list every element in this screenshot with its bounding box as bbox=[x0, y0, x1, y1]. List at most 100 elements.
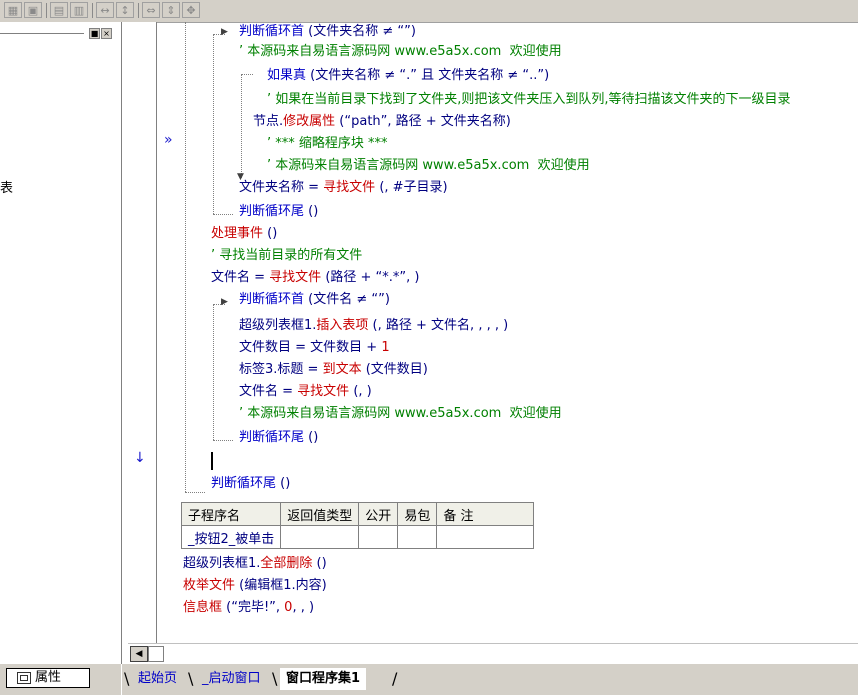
loop-arrow-icon: ▶ bbox=[221, 297, 228, 307]
scroll-thumb[interactable] bbox=[148, 646, 164, 662]
code-token: 节点. bbox=[253, 114, 284, 129]
panel-partial-text: 表 bbox=[0, 181, 14, 196]
horizontal-scrollbar[interactable]: ◀ bbox=[128, 643, 858, 664]
code-token: () bbox=[304, 204, 319, 219]
toolbar-tb3-icon[interactable]: ▤ bbox=[50, 2, 68, 18]
code-line[interactable]: ’ *** 缩略程序块 *** bbox=[267, 134, 388, 154]
document-tabs: \ 起始页 \ _启动窗口 \ 窗口程序集1/ bbox=[122, 664, 858, 695]
col-header: 易包 bbox=[397, 502, 438, 526]
code-line[interactable]: ’ 本源码来自易语言源码网 www.e5a5x.com 欢迎使用 bbox=[239, 404, 562, 424]
tab-separator: \ bbox=[124, 669, 130, 688]
code-editor[interactable]: ▶ ▶ ▼ 判断循环首 (文件夹名称 ≠ “”)’ 本源码来自易语言源码网 ww… bbox=[157, 22, 858, 643]
toolbar: ▦ ▣ ▤ ▥ ↔ ↕ ⇔ ⇕ ✥ bbox=[0, 0, 858, 23]
code-token: ’ 如果在当前目录下找到了文件夹,则把该文件夹压入到队列,等待扫描该文件夹的下一… bbox=[267, 92, 791, 107]
code-token: (, 路径 + 文件名, , , , ) bbox=[368, 318, 509, 333]
down-arrow-marker-icon: ↓ bbox=[134, 450, 146, 466]
toolbar-tb8-icon[interactable]: ⇕ bbox=[162, 2, 180, 18]
code-token: 文件名 = bbox=[239, 384, 298, 399]
loop-arrow-icon: ▶ bbox=[221, 27, 228, 37]
toolbar-tb9-icon[interactable]: ✥ bbox=[182, 2, 200, 18]
subroutine-name-cell[interactable]: _按钮2_被单击 bbox=[180, 525, 282, 549]
toolbar-tb1-icon[interactable]: ▦ bbox=[4, 2, 22, 18]
toolbar-tb7-icon[interactable]: ⇔ bbox=[142, 2, 160, 18]
close-icon[interactable]: × bbox=[101, 28, 112, 39]
public-cell[interactable] bbox=[358, 525, 399, 549]
code-line[interactable]: 超级列表框1.全部删除 () bbox=[183, 554, 327, 574]
panel-titlebar: ■ × bbox=[0, 28, 118, 40]
code-token: 处理事件 bbox=[211, 226, 264, 241]
code-token: ’ 本源码来自易语言源码网 www.e5a5x.com 欢迎使用 bbox=[267, 158, 590, 173]
easy-pack-cell[interactable] bbox=[397, 525, 438, 549]
code-token: ’ *** 缩略程序块 *** bbox=[267, 136, 388, 151]
code-line[interactable]: 信息框 (“完毕!”, 0, , ) bbox=[183, 598, 314, 618]
code-line[interactable]: 标签3.标题 = 到文本 (文件数目) bbox=[239, 360, 428, 380]
toolbar-tb2-icon[interactable]: ▣ bbox=[24, 2, 42, 18]
code-line[interactable]: 判断循环尾 () bbox=[211, 474, 290, 494]
subroutine-table[interactable]: 子程序名 返回值类型 公开 易包 备 注 _按钮2_被单击 bbox=[180, 502, 535, 549]
code-line[interactable]: 文件名 = 寻找文件 (, ) bbox=[239, 382, 372, 402]
code-token: (“完毕!”, bbox=[222, 600, 285, 615]
code-line[interactable]: 文件名 = 寻找文件 (路径 + “*.*”, ) bbox=[211, 268, 420, 288]
code-line[interactable]: 文件夹名称 = 寻找文件 (, #子目录) bbox=[239, 178, 448, 198]
code-line[interactable]: 处理事件 () bbox=[211, 224, 277, 244]
code-token: () bbox=[304, 430, 319, 445]
code-token: 超级列表框1. bbox=[183, 556, 261, 571]
code-token: (文件夹名称 ≠ “”) bbox=[304, 24, 416, 39]
code-line[interactable]: ’ 如果在当前目录下找到了文件夹,则把该文件夹压入到队列,等待扫描该文件夹的下一… bbox=[267, 90, 791, 110]
code-line[interactable]: 超级列表框1.插入表项 (, 路径 + 文件名, , , , ) bbox=[239, 316, 508, 336]
table-row[interactable]: _按钮2_被单击 bbox=[180, 525, 535, 549]
editor-gutter[interactable]: » ↓ bbox=[122, 22, 173, 643]
return-type-cell[interactable] bbox=[280, 525, 360, 549]
block-guide-if-start bbox=[241, 74, 253, 75]
code-line[interactable]: 枚举文件 (编辑框1.内容) bbox=[183, 576, 327, 596]
code-line[interactable]: ’ 寻找当前目录的所有文件 bbox=[211, 246, 362, 266]
code-token: () bbox=[276, 476, 291, 491]
toolbar-tb6-icon[interactable]: ↕ bbox=[116, 2, 134, 18]
block-guide-outer bbox=[185, 22, 186, 492]
scroll-left-icon[interactable]: ◀ bbox=[130, 646, 148, 662]
code-token: 插入表项 bbox=[316, 318, 369, 333]
code-token: 文件名 = bbox=[211, 270, 270, 285]
code-token: () bbox=[263, 226, 278, 241]
code-token: 全部删除 bbox=[260, 556, 313, 571]
code-token: 如果真 bbox=[267, 68, 307, 83]
code-token: (路径 + “*.*”, ) bbox=[321, 270, 420, 285]
code-token: 判断循环尾 bbox=[239, 430, 305, 445]
block-guide-loop1-end bbox=[213, 214, 233, 215]
code-line[interactable]: 判断循环尾 () bbox=[239, 428, 318, 448]
properties-tab-label: 属性 bbox=[35, 670, 62, 685]
code-token: 寻找文件 bbox=[297, 384, 350, 399]
col-header: 公开 bbox=[358, 502, 399, 526]
code-token: 文件夹名称 = bbox=[239, 180, 324, 195]
remark-cell[interactable] bbox=[436, 525, 535, 549]
code-token: 信息框 bbox=[183, 600, 223, 615]
code-token: ’ 寻找当前目录的所有文件 bbox=[211, 248, 363, 263]
code-token: 文件数目 = 文件数目 + bbox=[239, 340, 382, 355]
code-line[interactable]: 判断循环首 (文件夹名称 ≠ “”) bbox=[239, 22, 416, 42]
toolbar-separator bbox=[46, 3, 47, 18]
tab-1[interactable]: _启动窗口 bbox=[196, 668, 267, 690]
pin-icon[interactable]: ■ bbox=[89, 28, 100, 39]
toolbar-tb5-icon[interactable]: ↔ bbox=[96, 2, 114, 18]
properties-icon bbox=[17, 672, 31, 684]
code-line[interactable]: 文件数目 = 文件数目 + 1 bbox=[239, 338, 390, 358]
block-guide-if bbox=[241, 74, 242, 178]
code-token: 超级列表框1. bbox=[239, 318, 317, 333]
toolbar-separator bbox=[138, 3, 139, 18]
code-line[interactable]: ’ 本源码来自易语言源码网 www.e5a5x.com 欢迎使用 bbox=[267, 156, 590, 176]
code-line[interactable]: 判断循环尾 () bbox=[239, 202, 318, 222]
code-line[interactable]: 如果真 (文件夹名称 ≠ “.” 且 文件夹名称 ≠ “..”) bbox=[267, 66, 549, 86]
code-line[interactable]: ’ 本源码来自易语言源码网 www.e5a5x.com 欢迎使用 bbox=[239, 42, 562, 62]
code-line[interactable]: 判断循环首 (文件名 ≠ “”) bbox=[239, 290, 390, 310]
tab-2[interactable]: 窗口程序集1 bbox=[280, 668, 367, 690]
toolbar-tb4-icon[interactable]: ▥ bbox=[70, 2, 88, 18]
code-token: (文件名 ≠ “”) bbox=[304, 292, 390, 307]
properties-tab[interactable]: 属性 bbox=[6, 668, 90, 688]
left-panel: ■ × 表 bbox=[0, 22, 122, 664]
code-token: 寻找文件 bbox=[269, 270, 322, 285]
tab-separator: \ bbox=[188, 669, 194, 688]
code-token: (文件夹名称 ≠ “.” 且 文件夹名称 ≠ “..”) bbox=[306, 68, 550, 83]
block-guide-loop2 bbox=[213, 304, 214, 440]
tab-0[interactable]: 起始页 bbox=[132, 668, 183, 690]
code-line[interactable]: 节点.修改属性 (“path”, 路径 + 文件夹名称) bbox=[253, 112, 511, 132]
